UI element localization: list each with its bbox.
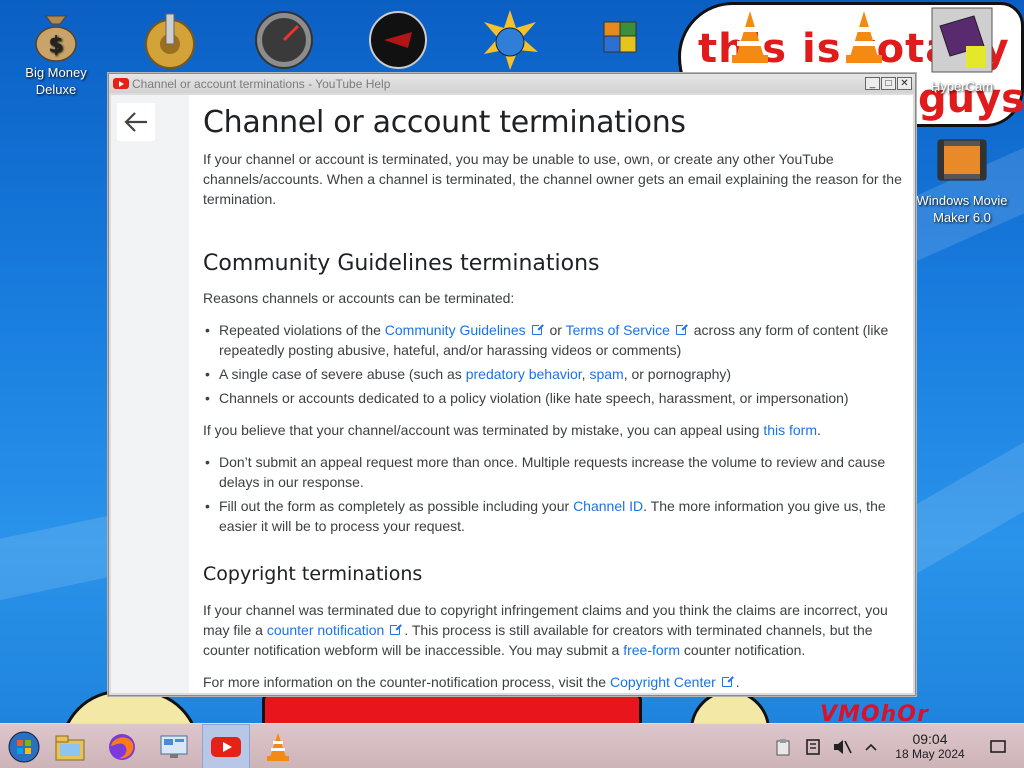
tray-expand[interactable] xyxy=(860,724,882,768)
taskbar-vlc[interactable] xyxy=(254,724,302,768)
youtube-icon xyxy=(113,78,129,89)
list-item: Repeated violations of the Community Gui… xyxy=(203,320,903,360)
taskbar-control-panel[interactable] xyxy=(150,724,198,768)
clock-date: 18 May 2024 xyxy=(895,747,965,761)
free-form-link[interactable]: free-form xyxy=(623,642,680,658)
youtube-icon xyxy=(211,736,241,757)
tray-clipboard[interactable] xyxy=(772,724,794,768)
desktop-icon-label: Windows Movie Maker 6.0 xyxy=(916,193,1008,225)
section-heading-copyright: Copyright terminations xyxy=(203,563,423,585)
close-button[interactable]: ✕ xyxy=(897,77,912,90)
taskbar: 09:04 18 May 2024 xyxy=(0,723,1024,768)
svg-text:$: $ xyxy=(48,33,63,58)
spam-link[interactable]: spam xyxy=(589,366,623,382)
desktop-icon-vlc-2[interactable] xyxy=(816,8,912,72)
section-lead: Reasons channels or accounts can be term… xyxy=(203,290,515,306)
section-heading-community: Community Guidelines terminations xyxy=(203,251,600,276)
window-titlebar[interactable]: Channel or account terminations - YouTub… xyxy=(109,74,915,93)
intro-paragraph: If your channel or account is terminated… xyxy=(203,151,902,207)
show-desktop-button[interactable] xyxy=(986,724,1010,768)
community-guidelines-link[interactable]: Community Guidelines xyxy=(385,322,526,338)
sun-globe-icon xyxy=(478,8,542,72)
appeal-list: Don’t submit an appeal request more than… xyxy=(203,452,903,536)
copyright-center-paragraph: For more information on the counter-noti… xyxy=(203,674,740,690)
list-item: Fill out the form as completely as possi… xyxy=(203,496,903,536)
watermark: VMOhOr xyxy=(820,702,929,723)
counter-notification-link[interactable]: counter notification xyxy=(267,622,385,638)
start-button[interactable] xyxy=(0,724,48,768)
disc-icon xyxy=(368,10,428,70)
desktop-icon-vlc[interactable] xyxy=(702,8,798,72)
desktop-icon-label: Big Money Deluxe xyxy=(25,65,87,97)
channel-id-link[interactable]: Channel ID xyxy=(573,498,643,514)
list-item: A single case of severe abuse (such as p… xyxy=(203,364,903,384)
hypercam-icon xyxy=(930,6,994,74)
desktop-icon-label: HyperCam xyxy=(930,79,994,94)
copyright-paragraph: If your channel was terminated due to co… xyxy=(203,602,888,658)
vlc-cone-icon xyxy=(720,8,780,68)
back-button[interactable] xyxy=(117,103,155,141)
maximize-button[interactable]: □ xyxy=(881,77,896,90)
back-arrow-icon xyxy=(124,112,147,132)
desktop-icon-gear[interactable] xyxy=(122,10,218,74)
volume-muted-icon xyxy=(834,739,852,754)
article: Channel or account terminations If your … xyxy=(203,95,903,692)
tray-storage[interactable] xyxy=(802,724,824,768)
reasons-list: Repeated violations of the Community Gui… xyxy=(203,320,903,408)
page-title: Channel or account terminations xyxy=(203,105,686,140)
desktop-icon-dark-disc[interactable] xyxy=(350,10,446,74)
desktop-icon-sun-globe[interactable] xyxy=(462,8,558,76)
control-panel-icon xyxy=(160,735,188,758)
minimize-button[interactable]: _ xyxy=(865,77,880,90)
speedometer-icon xyxy=(254,10,314,70)
taskbar-youtube[interactable] xyxy=(202,724,250,768)
meme-shape xyxy=(262,692,642,723)
list-item: Channels or accounts dedicated to a poli… xyxy=(203,388,903,408)
left-rail xyxy=(111,95,189,693)
storage-icon xyxy=(806,738,820,755)
vlc-cone-icon xyxy=(834,8,894,68)
page-content: Channel or account terminations If your … xyxy=(111,95,913,693)
external-link-icon xyxy=(531,323,544,335)
vlc-icon xyxy=(267,732,289,761)
taskbar-clock[interactable]: 09:04 18 May 2024 xyxy=(884,732,976,762)
desktop-icon-hypercam[interactable]: HyperCam xyxy=(914,6,1010,95)
browser-window: Channel or account terminations - YouTub… xyxy=(108,73,916,696)
list-item: Don’t submit an appeal request more than… xyxy=(203,452,903,492)
external-link-icon xyxy=(675,323,688,335)
blocks-icon xyxy=(596,14,644,62)
taskbar-firefox[interactable] xyxy=(98,724,146,768)
notification-icon xyxy=(990,739,1006,753)
clipboard-icon xyxy=(776,738,790,755)
firefox-icon xyxy=(109,733,135,760)
desktop-icon-movie-maker[interactable]: Windows Movie Maker 6.0 xyxy=(910,132,1014,226)
desktop-icon-gauge[interactable] xyxy=(236,10,332,74)
taskbar-file-manager[interactable] xyxy=(46,724,94,768)
money-bag-icon: $ xyxy=(32,12,80,62)
external-link-icon xyxy=(721,675,734,687)
predatory-behavior-link[interactable]: predatory behavior xyxy=(466,366,582,382)
terms-of-service-link[interactable]: Terms of Service xyxy=(566,322,670,338)
tray-volume[interactable] xyxy=(830,724,854,768)
movie-maker-icon xyxy=(932,132,992,188)
window-title: Channel or account terminations - YouTub… xyxy=(132,76,391,91)
desktop-icon-blocks[interactable] xyxy=(572,14,668,66)
chevron-up-icon xyxy=(865,743,877,751)
desktop-icon-big-money[interactable]: $ Big Money Deluxe xyxy=(8,12,104,98)
file-manager-icon xyxy=(55,735,85,760)
gear-icon xyxy=(138,10,202,70)
appeal-paragraph: If you believe that your channel/account… xyxy=(203,422,821,438)
start-orb-icon xyxy=(8,731,40,762)
appeal-form-link[interactable]: this form xyxy=(763,422,817,438)
clock-time: 09:04 xyxy=(912,731,948,747)
copyright-center-link[interactable]: Copyright Center xyxy=(610,674,716,690)
external-link-icon xyxy=(390,623,403,635)
